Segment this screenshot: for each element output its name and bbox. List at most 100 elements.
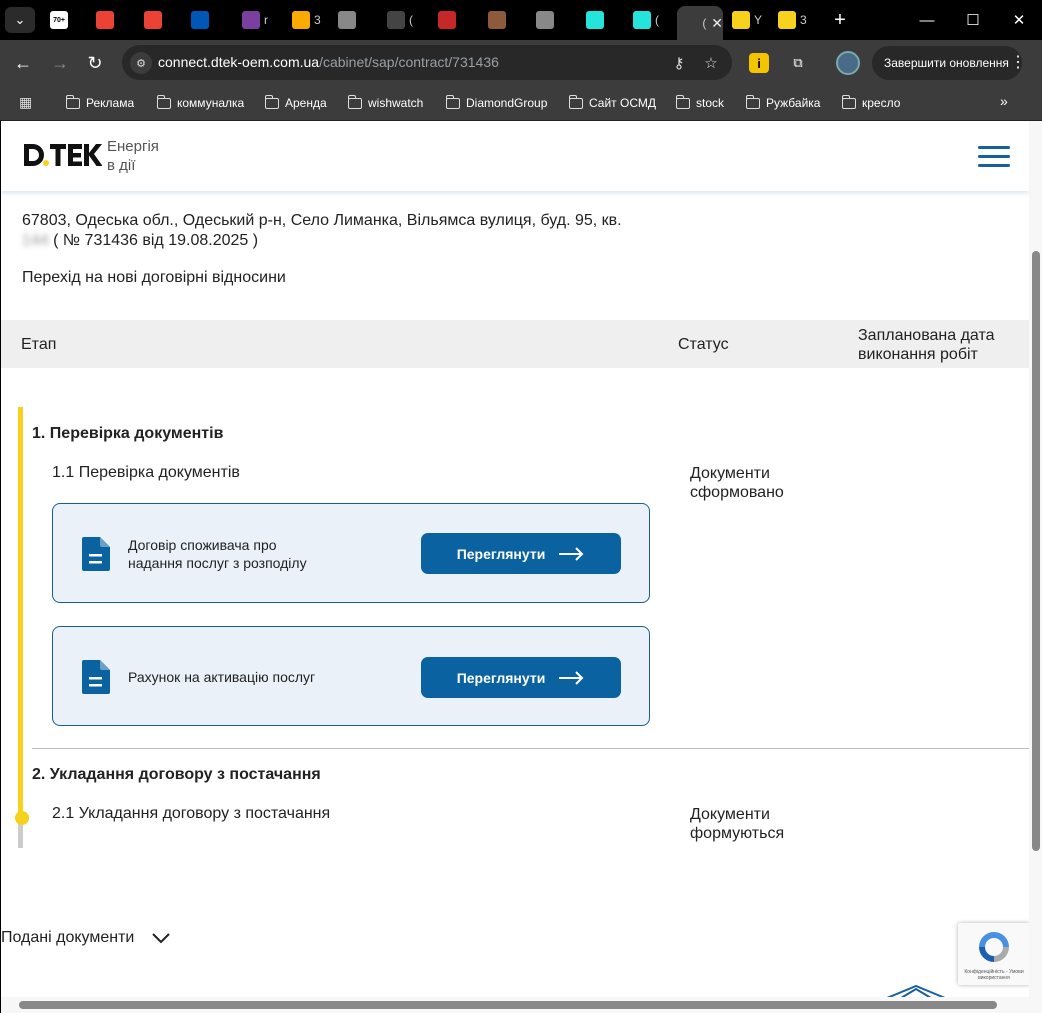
folder-icon — [445, 94, 460, 109]
bookmarks-bar: ▦ Реклама коммуналка Аренда wishwatch Diamon… — [0, 86, 1042, 121]
browser-tab[interactable]: ( — [627, 6, 671, 34]
contract-address: 67803, Одеська обл., Одеський р-н, Село … — [22, 212, 622, 249]
more-bookmarks-icon[interactable]: » — [1000, 93, 1008, 109]
bookmark-label: кресло — [862, 96, 901, 110]
recaptcha-icon — [979, 932, 1009, 962]
current-stage-dot — [15, 811, 29, 825]
progress-timeline — [18, 407, 23, 848]
back-icon[interactable]: ← — [10, 50, 36, 76]
document-label: Договір споживача про надання послуг з р… — [128, 537, 307, 571]
url-text[interactable]: connect.dtek-oem.com.ua/cabinet/sap/cont… — [158, 54, 499, 70]
tab-search-dropdown[interactable]: ⌄ — [5, 7, 35, 33]
recaptcha-badge[interactable]: Конфіденційність - Умови використання — [958, 923, 1030, 985]
forward-icon[interactable]: → — [47, 50, 73, 76]
bookmark-label: wishwatch — [368, 96, 424, 110]
bookmark-item[interactable]: кресло — [841, 93, 901, 113]
status-badge: Документи сформовано — [690, 465, 784, 501]
document-label: Рахунок на активацію послуг — [128, 669, 316, 685]
gear-site-icon — [387, 11, 405, 29]
update-button[interactable]: Завершити оновлення — [872, 46, 1022, 80]
browser-tab[interactable] — [138, 6, 182, 34]
close-tab-icon[interactable]: ✕ — [711, 15, 723, 32]
bookmark-item[interactable]: Сайт ОСМД — [568, 93, 656, 113]
minimize-button[interactable]: — — [904, 0, 950, 40]
extension-icon[interactable]: i — [749, 53, 769, 73]
address-bar[interactable]: ⚙ connect.dtek-oem.com.ua/cabinet/sap/co… — [122, 45, 732, 80]
browser-tab[interactable]: Y — [726, 6, 770, 34]
table-header: Етап Статус Запланована дата виконання р… — [1, 320, 1029, 368]
contract-subtitle: Перехід на нові договірні відносини — [22, 269, 286, 286]
gmail-badge-icon: 70+ — [50, 11, 68, 29]
browser-tab[interactable]: 70+ — [44, 6, 88, 34]
slogan: Енергія в дії — [107, 138, 159, 174]
bookmark-item[interactable]: Ружбайка — [745, 93, 820, 113]
folder-icon — [347, 94, 362, 109]
site-header: Енергія в дії — [1, 121, 1029, 191]
vertical-scrollbar[interactable] — [1029, 121, 1042, 1013]
browser-tab[interactable] — [332, 6, 376, 34]
dtek-icon — [732, 11, 750, 29]
apps-grid-icon[interactable]: ▦ — [19, 94, 35, 110]
red-circle-icon — [438, 11, 456, 29]
browser-tab[interactable]: r — [236, 6, 280, 34]
avatar[interactable] — [836, 51, 860, 75]
dtek-active-icon — [683, 14, 698, 32]
site-info-icon[interactable]: ⚙ — [130, 52, 152, 74]
browser-tab[interactable]: 3 — [772, 6, 816, 34]
menu-icon[interactable]: ⋮ — [1010, 52, 1026, 72]
progress-timeline-remaining — [18, 821, 23, 848]
browser-tab[interactable] — [90, 6, 134, 34]
column-status: Статус — [678, 336, 729, 353]
menu-hamburger-icon[interactable] — [978, 146, 1010, 168]
globe-icon — [536, 11, 554, 29]
bookmark-item[interactable]: Реклама — [65, 93, 134, 113]
ball-icon — [488, 11, 506, 29]
view-document-button[interactable]: Переглянути — [421, 657, 621, 698]
dtek-logo[interactable] — [22, 141, 102, 169]
folder-icon — [675, 94, 690, 109]
stage-1-title: 1. Перевірка документів — [32, 425, 224, 442]
ukraine-flag-icon — [191, 11, 209, 29]
bookmark-item[interactable]: коммуналка — [156, 93, 244, 113]
close-window-button[interactable]: ✕ — [996, 0, 1042, 40]
browser-tab[interactable] — [530, 6, 574, 34]
bookmark-label: DiamondGroup — [466, 96, 548, 110]
key-icon[interactable]: ⚷ — [668, 52, 690, 74]
browser-tab-bar: ⌄ 70+ r 3(((✕ Y 3 + — ☐ ✕ — [0, 0, 1042, 40]
gmail-icon — [96, 11, 114, 29]
star-icon[interactable]: ☆ — [700, 52, 722, 74]
bookmark-item[interactable]: wishwatch — [347, 93, 424, 113]
chevron-down-icon — [152, 932, 171, 943]
bookmark-item[interactable]: Аренда — [264, 93, 327, 113]
analytics-icon — [292, 11, 310, 29]
bookmark-item[interactable]: stock — [675, 93, 724, 113]
column-planned-date: Запланована дата виконання робіт — [858, 327, 995, 363]
recaptcha-text[interactable]: Конфіденційність - Умови використання — [960, 969, 1028, 981]
folder-icon — [745, 94, 760, 109]
horizontal-scrollbar[interactable] — [1, 997, 1029, 1013]
view-document-button[interactable]: Переглянути — [421, 533, 621, 574]
browser-tab[interactable]: 3 — [286, 6, 330, 34]
olx-icon — [586, 11, 604, 29]
new-tab-button[interactable]: + — [828, 8, 852, 32]
reload-icon[interactable]: ↻ — [82, 50, 108, 76]
puzzle-icon[interactable]: ⧉ — [786, 51, 810, 75]
column-stage: Етап — [21, 336, 57, 353]
submitted-documents-toggle[interactable]: Подані документи — [1, 929, 171, 947]
maximize-button[interactable]: ☐ — [950, 0, 996, 40]
browser-tab[interactable] — [580, 6, 624, 34]
browser-tab[interactable] — [432, 6, 476, 34]
folder-icon — [264, 94, 279, 109]
tab-title: r — [264, 13, 268, 27]
bookmark-item[interactable]: DiamondGroup — [445, 93, 548, 113]
contract-number: ( № 731436 від 19.08.2025 ) — [53, 232, 259, 249]
bookmark-label: Аренда — [285, 96, 327, 110]
stage-2-title: 2. Укладання договору з постачання — [32, 766, 321, 783]
browser-tab[interactable]: ( — [381, 6, 425, 34]
browser-tab[interactable] — [185, 6, 229, 34]
olx-icon — [633, 11, 651, 29]
status-badge: Документи формуються — [690, 806, 785, 842]
browser-tab[interactable] — [482, 6, 526, 34]
browser-tab[interactable]: (✕ — [677, 6, 723, 40]
folder-icon — [568, 94, 583, 109]
